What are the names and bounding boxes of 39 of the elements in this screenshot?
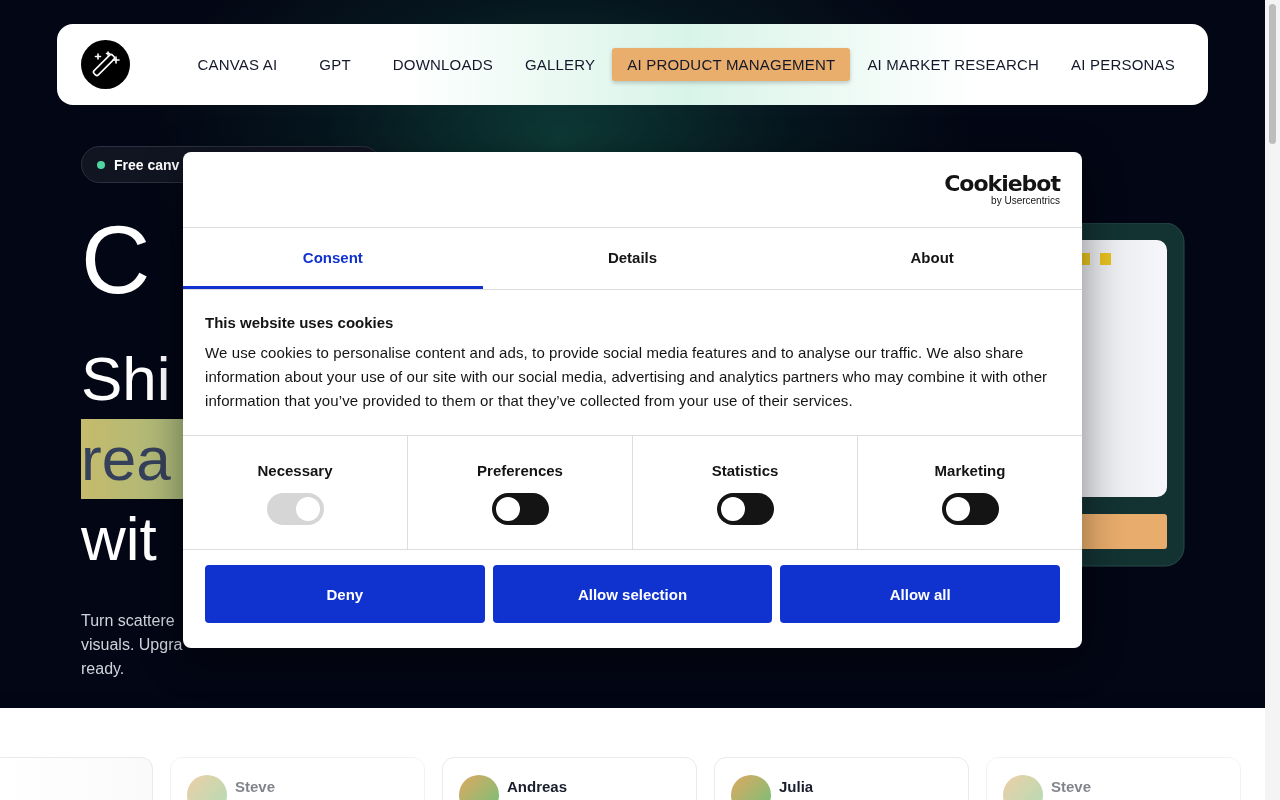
hero-description: Turn scattere	[81, 611, 176, 631]
status-dot-icon	[97, 160, 105, 169]
toggle-switch[interactable]	[491, 493, 549, 525]
hero-description: visuals. Upgra	[81, 635, 183, 655]
nav-link[interactable]: DOWNLOADS	[377, 48, 508, 81]
dialog-heading: This website uses cookies	[205, 314, 395, 331]
brand-tagline: by Usercentrics	[991, 195, 1060, 206]
toggle-switch[interactable]	[941, 493, 999, 525]
brand-logo: Cookiebot	[944, 173, 1060, 195]
consent-button[interactable]: Allow all	[780, 565, 1060, 623]
hero-description: ready.	[81, 659, 126, 679]
hero-subtitle: wit	[81, 503, 157, 575]
nav-link[interactable]: AI PRODUCT MANAGEMENT	[612, 48, 851, 81]
category-label: Preferences	[477, 462, 563, 479]
nav-link[interactable]: GPT	[304, 48, 366, 81]
dialog-tab[interactable]: About	[782, 228, 1082, 289]
nav-link[interactable]: CANVAS AI	[182, 48, 293, 81]
nav-link[interactable]: GALLERY	[509, 48, 611, 81]
dialog-text: We use cookies to personalise content and ads, to provide social media features and to analyse our traffic. We also share information about your use of our site with our social media, advertising and analytics partners who may combine it with other information that you’ve provided to them or that they’ve collected from your use of their services.	[205, 343, 1049, 411]
badge-text: Free canv	[114, 156, 180, 173]
nav-link[interactable]: AI PERSONAS	[1056, 48, 1190, 81]
hero-subtitle: Shi	[81, 343, 171, 415]
dialog-tab[interactable]: Details	[482, 228, 783, 289]
category-label: Necessary	[257, 462, 333, 479]
category-label: Statistics	[711, 462, 779, 479]
person-name: Andreas	[507, 778, 568, 795]
person-name: Steve	[235, 778, 276, 795]
magic-wand-icon[interactable]	[81, 40, 130, 89]
scrollbar[interactable]	[1265, 0, 1280, 800]
hero-subtitle: rea	[81, 419, 183, 499]
hero-title: C	[81, 205, 152, 315]
category-label: Marketing	[934, 462, 1006, 479]
person-name: Steve	[1051, 778, 1092, 795]
dialog-tab[interactable]: Consent	[183, 228, 483, 289]
person-name: Julia	[779, 778, 814, 795]
nav-link[interactable]: AI MARKET RESEARCH	[852, 48, 1055, 81]
consent-button[interactable]: Allow selection	[492, 565, 773, 623]
toggle-switch[interactable]	[716, 493, 774, 525]
consent-button[interactable]: Deny	[205, 565, 485, 623]
